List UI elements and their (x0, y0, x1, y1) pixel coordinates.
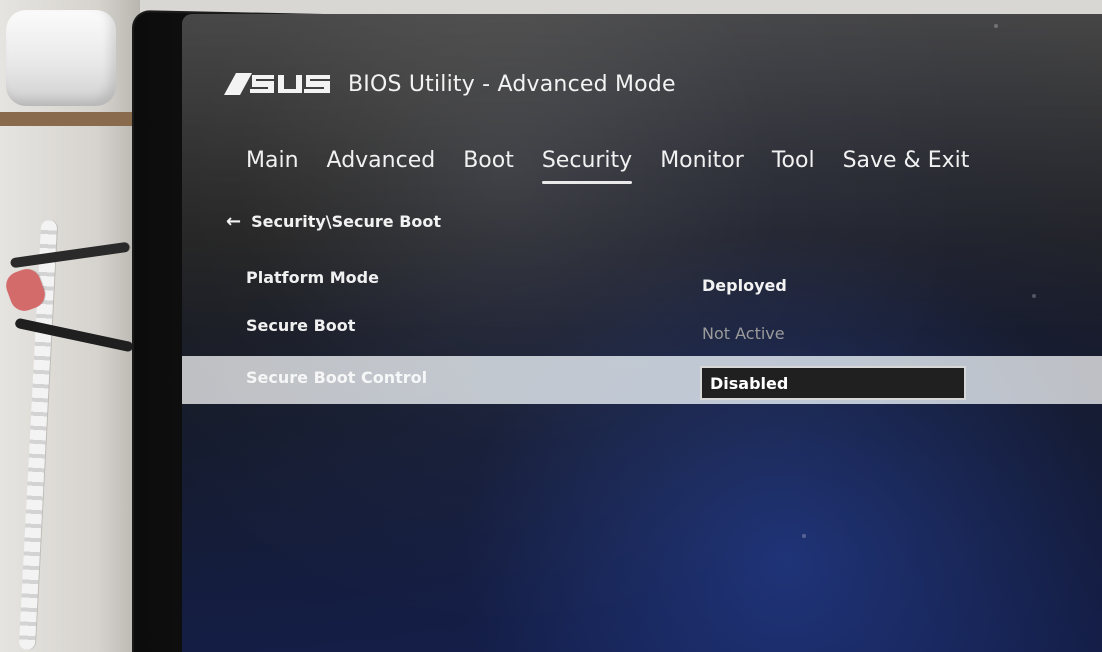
setting-row-platform-mode[interactable]: Platform Mode Deployed (182, 256, 1102, 304)
asus-logo-icon (224, 73, 330, 95)
tab-boot[interactable]: Boot (463, 146, 514, 184)
tab-tool[interactable]: Tool (772, 146, 815, 184)
setting-row-secure-boot[interactable]: Secure Boot Not Active (182, 304, 1102, 352)
white-pipe (6, 10, 116, 106)
screen-speck (994, 24, 998, 28)
setting-value: Deployed (702, 276, 787, 295)
select-value: Disabled (710, 373, 789, 393)
photo-frame: BIOS Utility - Advanced Mode Main Advanc… (0, 0, 1102, 652)
bios-tabs: Main Advanced Boot Security Monitor Tool… (246, 146, 969, 184)
setting-label: Secure Boot Control (246, 368, 428, 387)
bios-title: BIOS Utility - Advanced Mode (348, 71, 676, 97)
breadcrumb-path: Security\Secure Boot (251, 212, 442, 231)
setting-row-secure-boot-control[interactable]: Secure Boot Control Disabled (182, 356, 1102, 404)
breadcrumb: ← Security\Secure Boot (226, 212, 441, 231)
screen-speck (802, 534, 806, 538)
tab-main[interactable]: Main (246, 146, 299, 184)
setting-label: Platform Mode (246, 268, 379, 287)
bios-header: BIOS Utility - Advanced Mode (222, 62, 676, 106)
setting-label: Secure Boot (246, 316, 356, 335)
tab-security[interactable]: Security (541, 146, 633, 184)
asus-logo (222, 67, 332, 101)
setting-value: Not Active (702, 324, 785, 343)
screen-speck (1032, 294, 1036, 298)
settings-list: Platform Mode Deployed Secure Boot Not A… (182, 256, 1102, 404)
bios-screen: BIOS Utility - Advanced Mode Main Advanc… (182, 14, 1102, 652)
back-arrow-icon[interactable]: ← (226, 212, 241, 231)
tab-save-exit[interactable]: Save & Exit (843, 146, 970, 184)
wooden-shelf (0, 112, 140, 126)
tab-advanced[interactable]: Advanced (327, 146, 436, 184)
tab-monitor[interactable]: Monitor (660, 146, 744, 184)
secure-boot-control-select[interactable]: Disabled (700, 366, 966, 400)
